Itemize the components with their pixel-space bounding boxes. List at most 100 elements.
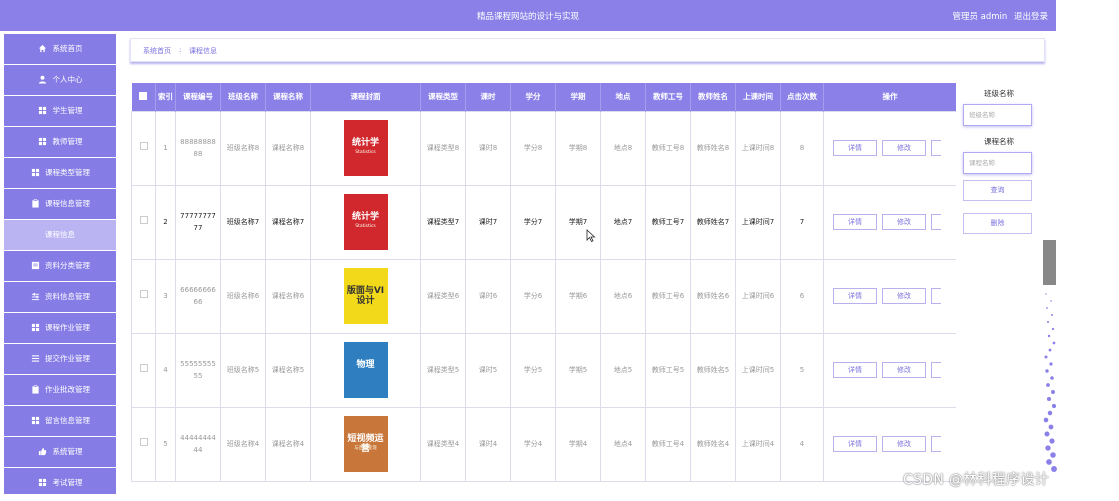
edit-button[interactable]: 修改 xyxy=(882,362,926,378)
sidebar-item-12[interactable]: 留言信息管理 xyxy=(4,406,116,436)
sidebar-item-label: 教师管理 xyxy=(52,137,83,147)
column-header: 点击次数 xyxy=(780,83,824,111)
class-name-label: 班级名称 xyxy=(984,89,1014,98)
breadcrumb-home[interactable]: 系统首页 xyxy=(143,46,171,56)
sidebar-item-label: 作业批改管理 xyxy=(45,385,90,395)
edit-button[interactable]: 修改 xyxy=(882,288,926,304)
column-header: 课程封面 xyxy=(310,83,421,111)
cell-tname: 教师姓名7 xyxy=(690,184,736,260)
delete-row-button[interactable] xyxy=(931,140,941,156)
detail-button[interactable]: 详情 xyxy=(833,362,877,378)
cell-tno: 教师工号8 xyxy=(645,110,691,186)
sidebar-item-label: 课程信息管理 xyxy=(45,199,90,209)
detail-button[interactable]: 详情 xyxy=(833,140,877,156)
sidebar-item-label: 个人中心 xyxy=(52,75,83,85)
cell-index: 3 xyxy=(155,258,176,334)
cell-tno: 教师工号5 xyxy=(645,332,691,408)
row-checkbox[interactable] xyxy=(131,332,156,408)
column-header: 课程编号 xyxy=(175,83,221,111)
cell-name: 课程名称4 xyxy=(265,406,311,482)
detail-button[interactable]: 详情 xyxy=(833,214,877,230)
course-cover: 版面与VI设计 xyxy=(310,258,421,334)
delete-row-button[interactable] xyxy=(931,436,941,452)
scrollbar-thumb[interactable] xyxy=(1043,240,1056,285)
sidebar-item-6[interactable]: 课程信息 xyxy=(4,220,116,250)
cell-credit: 学分8 xyxy=(510,110,556,186)
class-name-input[interactable]: 班级名称 xyxy=(963,104,1032,126)
sidebar-item-label: 课程信息 xyxy=(45,230,75,240)
sidebar-item-8[interactable]: 资料信息管理 xyxy=(4,282,116,312)
sidebar-item-10[interactable]: 提交作业管理 xyxy=(4,344,116,374)
cell-tno: 教师工号6 xyxy=(645,258,691,334)
row-checkbox[interactable] xyxy=(131,406,156,482)
decorative-dot xyxy=(1048,424,1054,430)
select-all-checkbox[interactable] xyxy=(131,83,156,111)
cell-place: 地点8 xyxy=(600,110,646,186)
delete-row-button[interactable] xyxy=(931,288,941,304)
query-button[interactable]: 查询 xyxy=(963,180,1032,201)
sidebar-item-5[interactable]: 课程信息管理 xyxy=(4,189,116,219)
sidebar-item-4[interactable]: 课程类型管理 xyxy=(4,158,116,188)
sidebar-item-11[interactable]: 作业批改管理 xyxy=(4,375,116,405)
sidebar: 系统首页个人中心学生管理教师管理课程类型管理 课程信息管理 课程信息资料分类管理 资料… xyxy=(4,34,116,494)
edit-button[interactable]: 修改 xyxy=(882,140,926,156)
sidebar-item-3[interactable]: 教师管理 xyxy=(4,127,116,157)
cell-credit: 学分7 xyxy=(510,184,556,260)
row-actions: 详情 修改 xyxy=(823,332,956,408)
detail-button[interactable]: 详情 xyxy=(833,288,877,304)
decorative-dot xyxy=(1045,293,1047,295)
sliders-icon xyxy=(30,292,40,302)
cover-image: 版面与VI设计 xyxy=(343,268,388,324)
decorative-dots xyxy=(1043,293,1057,472)
grid-icon xyxy=(30,323,40,333)
sidebar-item-14[interactable]: 考试管理 xyxy=(4,468,116,494)
cell-credit: 学分5 xyxy=(510,332,556,408)
search-panel: 班级名称 班级名称 课程名称 课程名称 查询 删除 xyxy=(963,88,1035,234)
edit-button[interactable]: 修改 xyxy=(882,436,926,452)
sidebar-item-13[interactable]: 系统管理 xyxy=(4,437,116,467)
cell-place: 地点4 xyxy=(600,406,646,482)
cell-tno: 教师工号4 xyxy=(645,406,691,482)
cell-tno: 教师工号7 xyxy=(645,184,691,260)
edit-button[interactable]: 修改 xyxy=(882,214,926,230)
cover-title: 版面与VI设计 xyxy=(346,286,385,306)
delete-button[interactable]: 删除 xyxy=(963,213,1032,234)
cover-subtitle: Statistics xyxy=(355,224,376,229)
grid-icon xyxy=(30,416,40,426)
cell-class: 班级名称5 xyxy=(220,332,266,408)
cell-credit: 学分4 xyxy=(510,406,556,482)
grid-icon xyxy=(38,137,48,147)
sidebar-item-2[interactable]: 学生管理 xyxy=(4,96,116,126)
decorative-dot xyxy=(1048,348,1052,352)
course-name-input[interactable]: 课程名称 xyxy=(963,152,1032,174)
sidebar-item-label: 课程类型管理 xyxy=(45,168,90,178)
detail-button[interactable]: 详情 xyxy=(833,436,877,452)
sidebar-item-7[interactable]: 资料分类管理 xyxy=(4,251,116,281)
logout-link[interactable]: 退出登录 xyxy=(1014,12,1048,22)
sidebar-item-1[interactable]: 个人中心 xyxy=(4,65,116,95)
row-checkbox[interactable] xyxy=(131,184,156,260)
sidebar-item-label: 系统首页 xyxy=(52,44,83,54)
delete-row-button[interactable] xyxy=(931,362,941,378)
sidebar-item-label: 留言信息管理 xyxy=(45,416,90,426)
course-name-label: 课程名称 xyxy=(984,137,1014,146)
decorative-dot xyxy=(1045,369,1049,373)
column-header: 学分 xyxy=(510,83,556,111)
decorative-dot xyxy=(1051,314,1053,316)
cell-index: 2 xyxy=(155,184,176,260)
row-checkbox[interactable] xyxy=(131,110,156,186)
table-row: 1 8888888888 班级名称8 课程名称8 统计学 Statistics 课程类型8 课… xyxy=(131,110,956,186)
table-row: 2 7777777777 班级名称7 课程名称7 统计学 Statistics 课程类型7 课… xyxy=(131,184,956,260)
sidebar-item-label: 资料信息管理 xyxy=(45,292,90,302)
decorative-dot xyxy=(1051,403,1057,409)
cell-tname: 教师姓名6 xyxy=(690,258,736,334)
delete-row-button[interactable] xyxy=(931,214,941,230)
sidebar-item-0[interactable]: 系统首页 xyxy=(4,34,116,64)
cell-clicks: 7 xyxy=(780,184,824,260)
grid-icon xyxy=(30,168,40,178)
admin-label: 管理员 admin xyxy=(952,12,1008,22)
row-checkbox[interactable] xyxy=(131,258,156,334)
sidebar-item-9[interactable]: 课程作业管理 xyxy=(4,313,116,343)
cell-code: 5555555555 xyxy=(175,332,221,408)
sidebar-item-label: 资料分类管理 xyxy=(45,261,90,271)
